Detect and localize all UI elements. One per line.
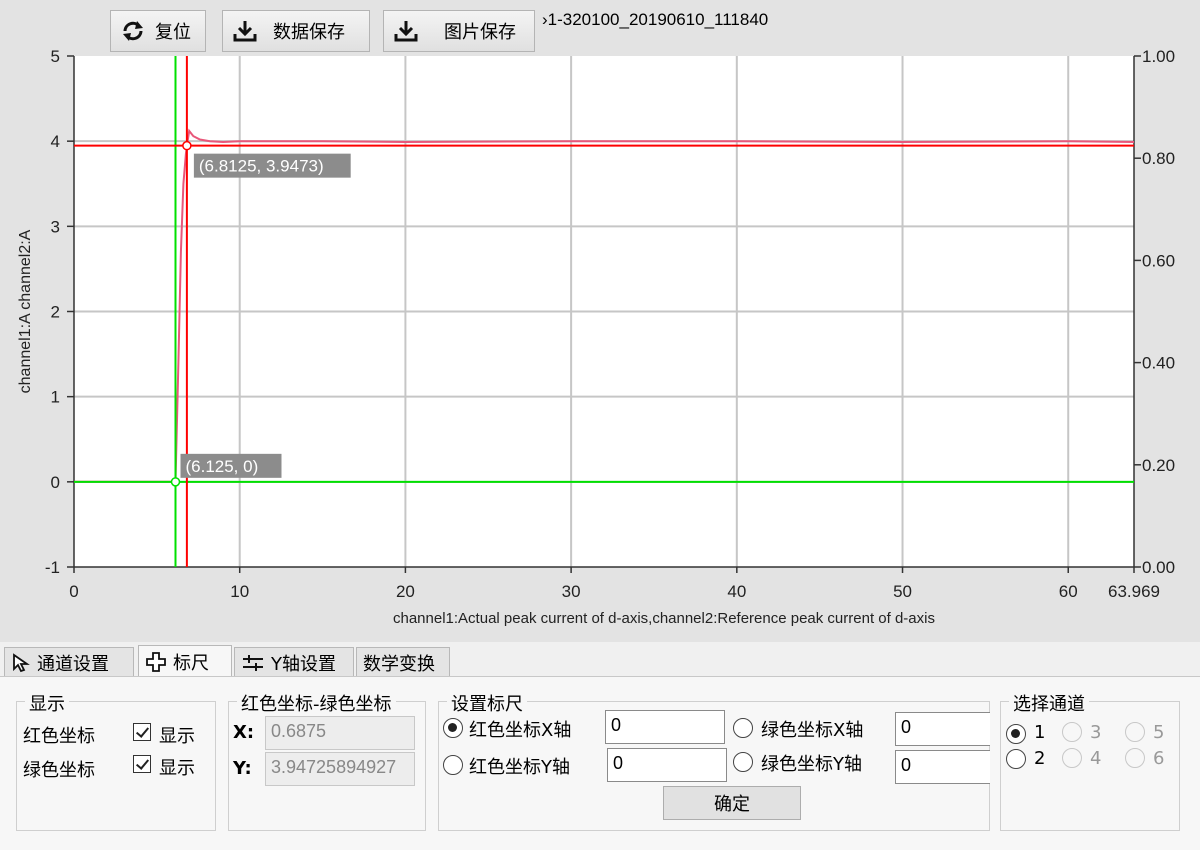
tab-math-transform[interactable]: 数学变换 — [356, 647, 450, 677]
channel-3-label: 3 — [1090, 722, 1102, 743]
channel-select-group: 选择通道 1 3 5 2 4 6 — [1000, 690, 1180, 831]
save-data-button[interactable]: 数据保存 — [222, 10, 370, 52]
save-image-button[interactable]: 图片保存 — [383, 10, 535, 52]
red-show-checkbox[interactable] — [133, 723, 151, 741]
y2-tick-label: 0.00 — [1142, 558, 1175, 577]
tab-ruler[interactable]: 标尺 — [138, 645, 232, 678]
channel-4-label: 4 — [1090, 748, 1102, 769]
red-x-label: 红色坐标X轴 — [469, 720, 572, 741]
red-y-input[interactable]: 0 — [607, 748, 727, 782]
chart[interactable]: 0 10 20 30 40 50 60 63.969543210-11.000.800.600… — [0, 0, 1200, 642]
refresh-icon — [111, 20, 155, 42]
group-title: 红色坐标-绿色坐标 — [237, 690, 396, 716]
green-coord-label: 绿色坐标 — [23, 760, 95, 781]
red-y-radio[interactable] — [443, 755, 463, 775]
diff-y-field[interactable]: 3.94725894927 — [265, 752, 415, 786]
green-x-radio[interactable] — [733, 718, 753, 738]
reset-label: 复位 — [155, 22, 191, 43]
tab-bar: 通道设置 标尺 Y轴设置 数学变换 — [0, 645, 1200, 678]
difference-group: 红色坐标-绿色坐标 X: 0.6875 Y: 3.94725894927 — [228, 690, 426, 831]
reset-button[interactable]: 复位 — [110, 10, 206, 52]
x-tick-label: 63.969 — [1108, 582, 1160, 601]
group-title: 选择通道 — [1009, 690, 1089, 716]
x-tick-label: 20 — [396, 582, 415, 601]
save-image-label: 图片保存 — [444, 22, 516, 43]
axis-settings-icon — [241, 653, 265, 673]
x-tick-label: 60 — [1059, 582, 1078, 601]
cursor-arrow-icon — [11, 652, 31, 673]
diff-x-field[interactable]: 0.6875 — [265, 716, 415, 750]
channel-2-label: 2 — [1034, 748, 1046, 769]
crosshair-icon — [145, 651, 167, 673]
green-y-radio[interactable] — [733, 752, 753, 772]
y2-tick-label: 0.80 — [1142, 149, 1175, 168]
tab-channel-settings[interactable]: 通道设置 — [4, 647, 134, 677]
green-cursor-label-text: (6.125, 0) — [185, 457, 258, 476]
save-data-label: 数据保存 — [273, 22, 345, 43]
x-tick-label: 50 — [893, 582, 912, 601]
channel-4-radio[interactable] — [1062, 748, 1082, 768]
chart-toolbar: 复位 数据保存 图片保存 — [104, 6, 539, 56]
diff-y-label: Y: — [233, 758, 252, 779]
group-title: 显示 — [25, 690, 69, 716]
channel-5-label: 5 — [1153, 722, 1165, 743]
green-y-input[interactable]: 0 — [895, 750, 990, 784]
y-tick-label: 5 — [51, 47, 60, 66]
group-title: 设置标尺 — [447, 690, 527, 716]
tab-label: 标尺 — [173, 653, 209, 674]
x-axis-title: channel1:Actual peak current of d-axis,c… — [393, 610, 935, 627]
channel-6-label: 6 — [1153, 748, 1165, 769]
red-x-input[interactable]: 0 — [605, 710, 725, 744]
tab-label: 通道设置 — [37, 653, 109, 675]
channel-6-radio[interactable] — [1125, 748, 1145, 768]
red-cursor-label: (6.8125, 3.9473) — [193, 153, 351, 178]
y2-tick-label: 0.40 — [1142, 354, 1175, 373]
channel-5-radio[interactable] — [1125, 722, 1145, 742]
plot-panel: 0 10 20 30 40 50 60 63.969 5 4 3 2 1 0 -1 1.00 0.80 0.60 0… — [0, 0, 1200, 642]
channel-3-radio[interactable] — [1062, 722, 1082, 742]
green-cursor-label: (6.125, 0) — [180, 453, 282, 478]
ruler-pane: 显示 红色坐标 显示 绿色坐标 显示 红色坐标-绿色坐标 X: 0.6875 Y… — [0, 676, 1200, 850]
diff-x-label: X: — [233, 722, 255, 743]
x-tick-label: 40 — [727, 582, 746, 601]
display-group: 显示 红色坐标 显示 绿色坐标 显示 — [16, 690, 216, 831]
green-x-input[interactable]: 0 — [895, 712, 990, 746]
red-x-radio[interactable] — [443, 718, 463, 738]
y-tick-label: 2 — [51, 303, 60, 322]
red-coord-label: 红色坐标 — [23, 726, 95, 747]
green-y-label: 绿色坐标Y轴 — [761, 754, 862, 775]
green-show-checkbox[interactable] — [133, 755, 151, 773]
channel-1-label: 1 — [1034, 722, 1046, 743]
red-y-label: 红色坐标Y轴 — [469, 757, 570, 778]
red-cursor-label-text: (6.8125, 3.9473) — [199, 157, 324, 176]
file-title: ›1-320100_20190610_111840 — [542, 10, 769, 29]
y2-tick-label: 1.00 — [1142, 47, 1175, 66]
red-cursor-marker — [182, 140, 192, 151]
download-icon — [223, 19, 267, 43]
y-tick-label: -1 — [45, 558, 60, 577]
tab-y-axis-settings[interactable]: Y轴设置 — [234, 647, 354, 677]
green-cursor-marker — [170, 477, 181, 487]
channel-2-radio[interactable] — [1006, 749, 1026, 769]
y-axis-title: channel1:A channel2:A — [17, 229, 34, 393]
x-tick-label: 30 — [562, 582, 581, 601]
y-tick-label: 3 — [51, 217, 60, 236]
y-tick-label: 4 — [51, 132, 60, 151]
y-tick-label: 0 — [51, 473, 60, 492]
y-tick-label: 1 — [51, 388, 60, 407]
set-ruler-group: 设置标尺 红色坐标X轴 0 红色坐标Y轴 0 绿色坐标X轴 0 绿色坐标Y轴 0… — [438, 690, 990, 831]
channel-1-radio[interactable] — [1006, 724, 1026, 744]
green-show-label: 显示 — [159, 758, 195, 779]
confirm-button[interactable]: 确定 — [663, 786, 801, 820]
y2-tick-label: 0.20 — [1142, 456, 1175, 475]
y2-tick-label: 0.60 — [1142, 251, 1175, 270]
red-show-label: 显示 — [159, 726, 195, 747]
tab-label: Y轴设置 — [271, 653, 336, 675]
tab-label: 数学变换 — [363, 653, 435, 675]
x-tick-label: 10 — [230, 582, 249, 601]
download-icon — [384, 19, 428, 43]
green-x-label: 绿色坐标X轴 — [761, 720, 864, 741]
x-tick-label: 0 — [69, 582, 78, 601]
